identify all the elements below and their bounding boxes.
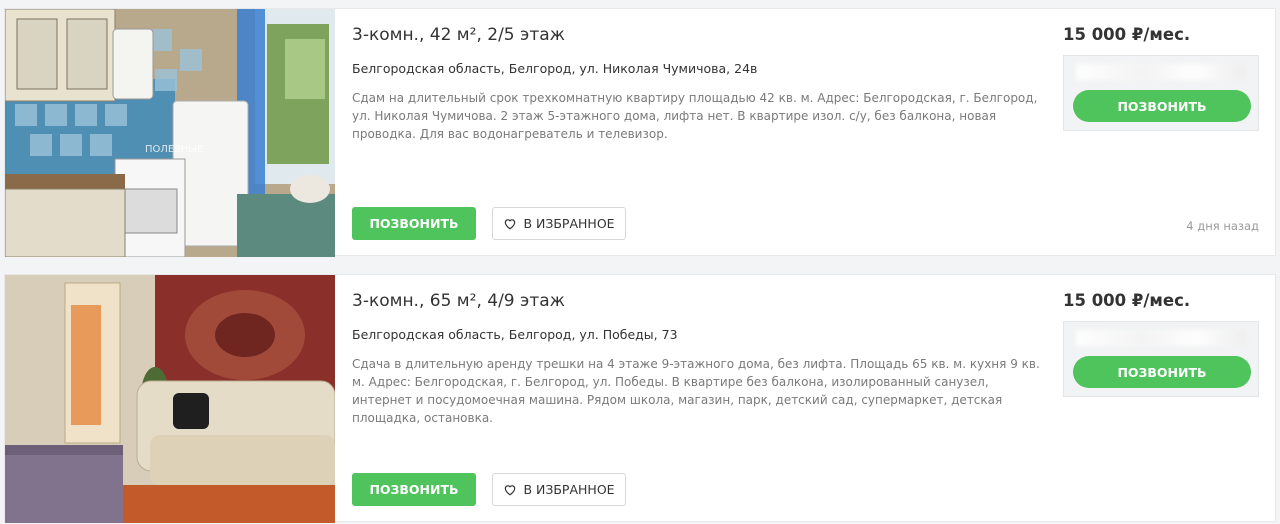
watermark-text: ПОЛЕЗНЫЕ — [145, 144, 203, 155]
phone-box: ПОЗВОНИТЬ — [1063, 55, 1259, 131]
listing-body: 3-комн., 65 м², 4/9 этаж Белгородская об… — [352, 275, 1052, 523]
listing-date: 4 дня назад — [1186, 219, 1259, 233]
call-button[interactable]: ПОЗВОНИТЬ — [352, 473, 476, 506]
listing-title[interactable]: 3-комн., 65 м², 4/9 этаж — [352, 291, 565, 311]
listing-card[interactable]: 3-комн., 65 м², 4/9 этаж Белгородская об… — [4, 274, 1276, 523]
listing-address: Белгородская область, Белгород, ул. Нико… — [352, 61, 758, 76]
phone-box: ПОЗВОНИТЬ — [1063, 321, 1259, 397]
call-button[interactable]: ПОЗВОНИТЬ — [352, 207, 476, 240]
hidden-phone-number — [1076, 330, 1246, 346]
favorite-label: В ИЗБРАННОЕ — [523, 216, 615, 231]
show-phone-call-button[interactable]: ПОЗВОНИТЬ — [1073, 356, 1251, 388]
favorite-button[interactable]: В ИЗБРАННОЕ — [492, 473, 626, 506]
listing-card[interactable]: ПОЛЕЗНЫЕ 3-комн., 42 м², 2/5 этаж Белгор… — [4, 8, 1276, 257]
show-phone-call-button[interactable]: ПОЗВОНИТЬ — [1073, 90, 1251, 122]
listing-address: Белгородская область, Белгород, ул. Побе… — [352, 327, 678, 342]
listing-price: 15 000 ₽/мес. — [1063, 291, 1191, 310]
listing-description: Сдача в длительную аренду трешки на 4 эт… — [352, 357, 1040, 425]
heart-outline-icon — [505, 219, 516, 230]
listing-list: ПОЛЕЗНЫЕ 3-комн., 42 м², 2/5 этаж Белгор… — [0, 0, 1280, 524]
listing-price: 15 000 ₽/мес. — [1063, 25, 1191, 44]
favorite-button[interactable]: В ИЗБРАННОЕ — [492, 207, 626, 240]
listing-description: Сдам на длительный срок трехкомнатную кв… — [352, 91, 1038, 141]
listing-body: 3-комн., 42 м², 2/5 этаж Белгородская об… — [352, 9, 1052, 257]
listing-photo-kitchen[interactable]: ПОЛЕЗНЫЕ — [5, 9, 335, 257]
favorite-label: В ИЗБРАННОЕ — [523, 482, 615, 497]
heart-outline-icon — [505, 485, 516, 496]
listing-photo-livingroom[interactable] — [5, 275, 335, 523]
hidden-phone-number — [1076, 64, 1246, 80]
listing-title[interactable]: 3-комн., 42 м², 2/5 этаж — [352, 25, 565, 45]
